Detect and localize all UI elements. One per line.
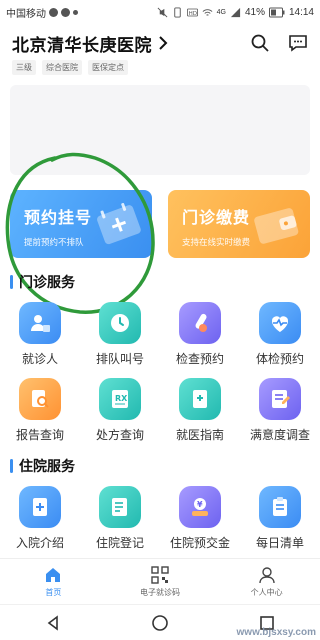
tab-label: 个人中心 [250, 587, 283, 597]
tab-label: 电子就诊码 [140, 587, 180, 597]
service-label: 每日清单 [255, 536, 304, 550]
daily-list-icon [259, 486, 301, 528]
tab-e-visit-code[interactable]: 电子就诊码 [107, 559, 214, 604]
register-icon [99, 486, 141, 528]
tag-insurance: 医保定点 [88, 60, 128, 75]
service-label: 就医指南 [175, 428, 224, 442]
test-tube-icon [179, 302, 221, 344]
service-report-query[interactable]: 报告查询 [0, 378, 80, 454]
home-icon [46, 567, 61, 582]
service-label: 排队叫号 [95, 352, 144, 366]
chevron-right-icon[interactable] [158, 36, 168, 50]
appointment-card[interactable]: 预约挂号 提前预约不排队 [10, 190, 152, 258]
service-survey[interactable]: 满意度调查 [240, 378, 320, 454]
clock-icon [99, 302, 141, 344]
service-label: 就诊人 [21, 352, 58, 366]
person-icon [258, 566, 275, 583]
notification-icon [73, 9, 78, 15]
back-icon[interactable] [44, 614, 62, 632]
wifi-icon [202, 8, 213, 16]
wallet-icon [254, 208, 299, 244]
inpatient-grid: 入院介绍 住院登记 ¥ 住院预交金 每日清单 [0, 486, 320, 562]
service-daily-list[interactable]: 每日清单 [240, 486, 320, 562]
hd-icon: HD [186, 8, 198, 16]
qr-code-icon [151, 565, 169, 584]
outpatient-title-text: 门诊服务 [19, 274, 75, 290]
message-icon [49, 7, 58, 17]
calendar-plus-icon [97, 202, 141, 245]
service-checkup-booking[interactable]: 体检预约 [240, 302, 320, 378]
message-bubble-icon[interactable] [288, 33, 308, 53]
battery-icon [268, 7, 285, 17]
watermark-text: www.bjsxsy.com [236, 627, 316, 638]
carrier-label: 中国移动 [6, 8, 46, 20]
svg-text:RX: RX [115, 394, 128, 403]
outpatient-section-title: 门诊服务 [10, 272, 75, 292]
service-label: 入院介绍 [15, 536, 64, 550]
battery-label: 41% [244, 6, 265, 18]
tag-type: 综合医院 [42, 60, 82, 75]
inpatient-title-text: 住院服务 [19, 458, 75, 474]
vibrate-icon [173, 6, 181, 18]
service-admission-intro[interactable]: 入院介绍 [0, 486, 80, 562]
admission-icon [19, 486, 61, 528]
report-search-icon [19, 378, 61, 420]
banner-carousel[interactable] [10, 85, 310, 175]
tab-home[interactable]: 首页 [0, 559, 107, 604]
home-circle-icon[interactable] [151, 614, 169, 632]
system-nav-bar: www.bjsxsy.com [0, 604, 320, 640]
service-inpatient-register[interactable]: 住院登记 [80, 486, 160, 562]
wechat-icon [61, 7, 70, 17]
time-label: 14:14 [288, 6, 314, 18]
service-label: 报告查询 [15, 428, 64, 442]
service-exam-booking[interactable]: 检查预约 [160, 302, 240, 378]
survey-icon [259, 378, 301, 420]
section-accent-bar [10, 459, 13, 473]
service-label: 住院预交金 [169, 536, 230, 550]
service-label: 体检预约 [255, 352, 304, 366]
prescription-icon: RX [99, 378, 141, 420]
tag-level: 三级 [12, 60, 36, 75]
mute-icon [157, 7, 168, 17]
service-label: 住院登记 [95, 536, 144, 550]
tab-profile[interactable]: 个人中心 [213, 559, 320, 604]
inpatient-section-title: 住院服务 [10, 456, 75, 476]
service-label: 检查预约 [175, 352, 224, 366]
status-bar: 中国移动 HD 4G 41% 14:14 [0, 0, 320, 24]
outpatient-grid: 就诊人 排队叫号 检查预约 体检预约 报告查询 RX 处方查询 就医指南 满意度… [0, 302, 320, 454]
user-card-icon [19, 302, 61, 344]
search-icon[interactable] [250, 33, 270, 53]
guide-book-icon [179, 378, 221, 420]
hospital-tags: 三级 综合医院 医保定点 [12, 60, 308, 75]
signal-label: 4G [216, 8, 226, 16]
service-patient[interactable]: 就诊人 [0, 302, 80, 378]
deposit-icon: ¥ [179, 486, 221, 528]
hospital-name[interactable]: 北京清华长庚医院 [12, 31, 152, 56]
bottom-tab-bar: 首页 电子就诊码 个人中心 [0, 558, 320, 604]
service-label: 处方查询 [95, 428, 144, 442]
signal-icon [230, 7, 241, 17]
service-guide[interactable]: 就医指南 [160, 378, 240, 454]
service-label: 满意度调查 [249, 428, 310, 442]
svg-text:HD: HD [188, 10, 196, 16]
heartbeat-icon [259, 302, 301, 344]
service-queue[interactable]: 排队叫号 [80, 302, 160, 378]
service-prescription-query[interactable]: RX 处方查询 [80, 378, 160, 454]
section-accent-bar [10, 275, 13, 289]
tab-label: 首页 [45, 587, 62, 597]
hospital-header: 北京清华长庚医院 三级 综合医院 医保定点 [0, 28, 320, 78]
payment-card[interactable]: 门诊缴费 支持在线实时缴费 [168, 190, 310, 258]
svg-text:¥: ¥ [197, 500, 203, 509]
service-deposit[interactable]: ¥ 住院预交金 [160, 486, 240, 562]
